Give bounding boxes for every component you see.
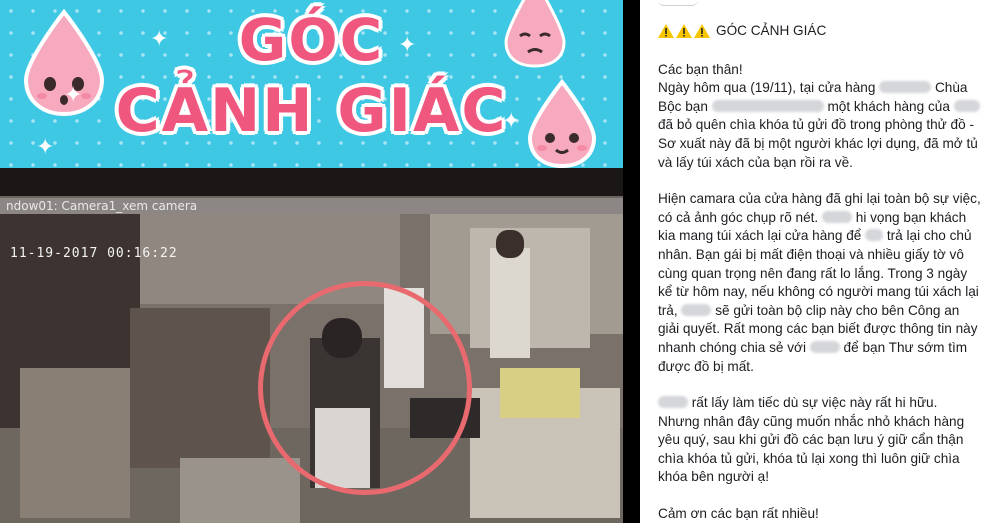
post-thanks: Cảm ơn các bạn rất nhiều! (658, 506, 819, 522)
post-image[interactable]: ✦ ✦ ✦ ✦ ✦ GÓC CẢNH GIÁC ndow01: Camera1_… (0, 0, 640, 523)
redacted-text (681, 303, 712, 316)
cctv-window-label: ndow01: Camera1_xem camera (0, 198, 623, 214)
avatar[interactable] (658, 0, 698, 6)
text-run: Ngày hôm qua (19/11), tại cửa hàng (658, 80, 876, 96)
redacted-text (822, 210, 852, 223)
post-paragraph-2: Hiện camara của cửa hàng đã ghi lại toàn… (658, 190, 982, 376)
highlight-circle (258, 281, 472, 495)
media-divider (623, 0, 640, 523)
warning-icon (676, 24, 692, 39)
redacted-text (953, 99, 980, 112)
cctv-top-bar (0, 168, 623, 196)
redacted-text (658, 396, 688, 409)
text-run: một khách hàng của (827, 98, 950, 114)
post-paragraph-1: Các bạn thân! Ngày hôm qua (19/11), tại c… (658, 61, 982, 173)
post-title-text: GÓC CẢNH GIÁC (716, 23, 827, 38)
redacted-text (809, 340, 840, 353)
warning-icon (694, 24, 710, 39)
banner-title-line2: CẢNH GIÁC (115, 76, 508, 146)
redacted-text (865, 229, 884, 242)
text-run: rất lấy làm tiếc dù sự việc này rất hi h… (658, 395, 965, 485)
post-text-panel: GÓC CẢNH GIÁC Các bạn thân! Ngày hôm qua … (640, 0, 1000, 523)
redacted-text (711, 99, 824, 112)
greeting: Các bạn thân! (658, 61, 743, 77)
cctv-frame: ndow01: Camera1_xem camera 11-19-2017 00… (0, 168, 623, 523)
warning-icon (658, 24, 674, 39)
text-run: đã bỏ quên chìa khóa tủ gửi đồ trong phò… (658, 117, 978, 170)
post-paragraph-3: rất lấy làm tiếc dù sự việc này rất hi h… (658, 394, 982, 487)
banner-title-line1: GÓC (238, 6, 385, 74)
redacted-text (879, 81, 932, 94)
post-title: GÓC CẢNH GIÁC (658, 22, 982, 41)
banner: ✦ ✦ ✦ ✦ ✦ GÓC CẢNH GIÁC (0, 0, 623, 168)
cctv-timestamp: 11-19-2017 00:16:22 (10, 246, 178, 261)
